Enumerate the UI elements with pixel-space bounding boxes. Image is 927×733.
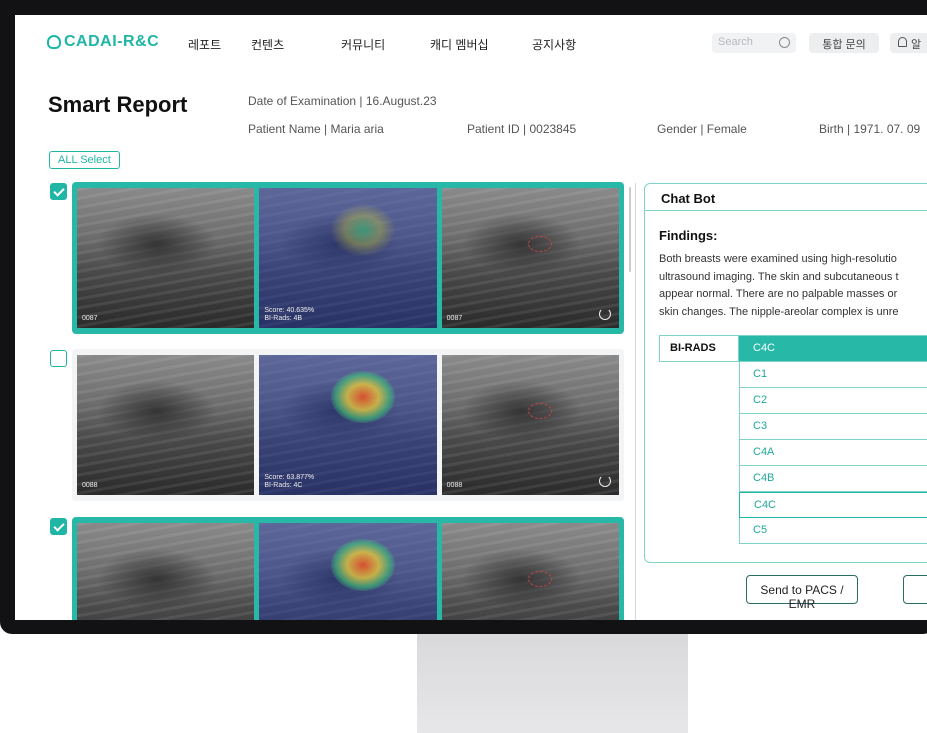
search-placeholder: Search [718,36,753,48]
birads-option-c4c[interactable]: C4C [739,492,927,518]
birads-option-c3[interactable]: C3 [739,414,927,440]
score-label: Score: 63.877% BI-Rads: 4C [264,474,315,489]
bell-icon [898,37,907,47]
screen: CADAI-R&C 레포트 컨텐츠 커뮤니티 캐디 멤버십 공지사항 Searc… [15,15,927,620]
image-label: 0088 [82,482,98,489]
secondary-action-button[interactable] [903,575,927,604]
findings-line: appear normal. There are no palpable mas… [659,288,898,300]
refresh-icon[interactable] [598,475,611,487]
findings-line: skin changes. The nipple-areolar complex… [659,305,899,318]
findings-line: Both breasts were examined using high-re… [659,253,897,265]
panel-divider [635,183,636,620]
logo[interactable]: CADAI-R&C [47,33,159,51]
send-to-pacs-button[interactable]: Send to PACS / EMR [746,575,858,611]
heatmap-image[interactable]: Score: 63.877% BI-Rads: 4C [259,355,437,495]
nav-community[interactable]: 커뮤니티 [341,36,385,53]
refresh-icon[interactable] [598,308,611,320]
marked-image[interactable]: 0087 [441,188,619,328]
marked-image[interactable]: 0088 [441,355,619,495]
image-row-3[interactable] [72,517,624,620]
ultrasound-image[interactable]: 0088 [77,355,255,495]
monitor-stand [417,632,688,733]
findings-line: ultrasound imaging. The skin and subcuta… [659,270,899,283]
alarm-label: 알 [911,39,922,51]
birads-option-c5[interactable]: C5 [739,518,927,544]
search-input[interactable]: Search [712,33,796,53]
row-1-checkbox[interactable] [50,183,67,200]
birads-option-c4b[interactable]: C4B [739,466,927,492]
birads-table: BI-RADS C4C C1 C2 C3 C4A C4B C4C C5 [659,335,927,544]
inquiry-button[interactable]: 통합 문의 [809,33,879,53]
image-label: 0088 [446,482,463,489]
gender: Gender | Female [657,122,747,136]
birads-option-c2[interactable]: C2 [739,388,927,414]
image-list-scrollbar[interactable] [629,187,631,272]
alarm-button[interactable]: 알 [890,33,927,53]
nav-membership[interactable]: 캐디 멤버십 [430,36,489,53]
birads-option-c1[interactable]: C1 [739,362,927,388]
findings-text: Both breasts were examined using high-re… [659,251,927,321]
monitor-bezel: CADAI-R&C 레포트 컨텐츠 커뮤니티 캐디 멤버십 공지사항 Searc… [0,0,927,634]
birth-date: Birth | 1971. 07. 09 [819,122,921,136]
heatmap-image[interactable]: Score: 40.635% BI-Rads: 4B [259,188,437,328]
image-row-2[interactable]: 0088 Score: 63.877% BI-Rads: 4C 0088 [72,349,624,501]
row-2-checkbox[interactable] [50,350,67,367]
patient-name: Patient Name | Maria aria [248,122,384,136]
row-3-checkbox[interactable] [50,518,67,535]
image-label: 0087 [446,315,463,322]
marked-image[interactable] [441,523,619,620]
all-select-button[interactable]: ALL Select [49,151,120,169]
birads-selected[interactable]: C4C [739,336,927,362]
chat-bot-panel: Chat Bot Findings: Both breasts were exa… [644,183,927,563]
birads-label: BI-RADS [659,336,739,362]
page-title: Smart Report [48,92,188,117]
image-label: 0087 [82,315,98,322]
heatmap-image[interactable] [259,523,437,620]
score-label: Score: 40.635% BI-Rads: 4B [264,307,315,322]
patient-id: Patient ID | 0023845 [467,122,577,136]
birads-option-c4a[interactable]: C4A [739,440,927,466]
logo-icon [47,35,61,49]
nav-report[interactable]: 레포트 [188,36,221,53]
logo-text: CADAI-R&C [64,33,160,50]
search-icon[interactable] [779,37,790,48]
nav-contents[interactable]: 컨텐츠 [251,36,284,53]
exam-date: Date of Examination | 16.August.23 [248,94,437,108]
chat-title: Chat Bot [645,184,927,211]
ultrasound-image[interactable] [77,523,255,620]
nav-notice[interactable]: 공지사항 [532,36,576,53]
findings-title: Findings: [659,228,718,243]
ultrasound-image[interactable]: 0087 [77,188,255,328]
image-row-1[interactable]: 0087 Score: 40.635% BI-Rads: 4B 0087 [72,182,624,334]
